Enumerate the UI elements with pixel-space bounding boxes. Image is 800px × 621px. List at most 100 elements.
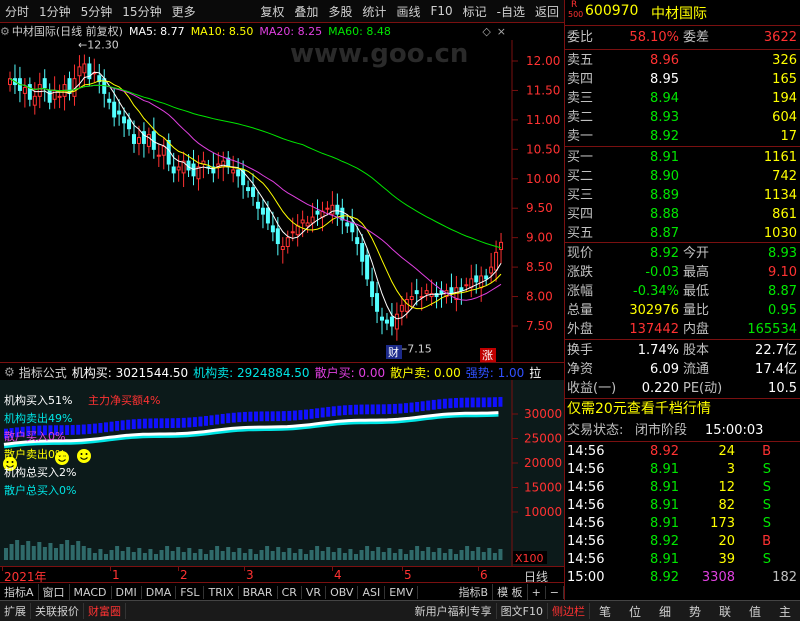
candle-30 [156,154,161,157]
bottom-tab-0[interactable]: 扩展 [0,603,31,619]
menu-3[interactable]: 15分钟 [117,3,166,20]
tick-row-2: 14:56 8.91 12 S [565,478,800,497]
status-time: 15:00:03 [705,423,764,438]
menu-2[interactable]: 5分钟 [76,3,118,20]
candle-71 [360,243,365,262]
indicator-tab-3[interactable]: DMI [112,585,142,599]
ask-row-3-price[interactable]: 8.93 [650,108,679,127]
indicator-tab-5[interactable]: FSL [176,585,205,599]
ask-row-4-label: 卖一 [567,129,594,144]
indicator-tab-9[interactable]: VR [302,585,327,599]
side-tool-6[interactable]: 主 [770,603,800,620]
tick-time: 14:56 [567,480,605,495]
candle-7 [42,78,47,89]
indicator-tab-2[interactable]: MACD [70,585,112,599]
bid-row-3-price[interactable]: 8.88 [650,205,679,224]
tick-volume: 3 [726,462,735,477]
menu-right-5[interactable]: F10 [425,4,457,18]
status-label: 交易状态: [567,423,624,438]
bottom-tab-4[interactable]: 图文F10 [497,603,548,619]
indicator-tab-1[interactable]: 窗口 [39,584,70,600]
menu-right-2[interactable]: 多股 [323,3,357,20]
indicator-tab-7[interactable]: BRAR [239,585,278,599]
candlestick-chart[interactable]: 12.00 11.50 11.00 10.50 10.00 9.50 9.00 8.50 8.0… [0,40,564,362]
side-tool-4[interactable]: 联 [710,603,740,620]
ask-row-1-price[interactable]: 8.95 [650,70,679,89]
candle-89 [449,287,454,295]
indicator-tab-12[interactable]: EMV [385,585,419,599]
indicator-tab-10[interactable]: OBV [326,585,359,599]
menu-1[interactable]: 1分钟 [34,3,76,20]
stat2-label: 净资 [567,362,594,377]
indicator-tab-6[interactable]: TRIX [204,585,239,599]
menu-right-3[interactable]: 统计 [357,3,391,20]
menu-0[interactable]: 分时 [0,3,34,20]
promo-row[interactable]: 仅需20元查看千档行情 [565,400,800,419]
menu-right-7[interactable]: -自选 [492,3,530,20]
indicator-tab-8[interactable]: CR [278,585,302,599]
menu-right-0[interactable]: 复权 [255,3,289,20]
menu-right-4[interactable]: 画线 [391,3,425,20]
price-tick-5: 9.50 [526,201,553,215]
tick-price: 8.91 [650,516,679,531]
candle-25 [132,134,136,144]
diamond-icon[interactable]: ◇ [482,25,490,38]
indicator-tab-15[interactable]: + [528,585,546,599]
indicator-tab-14[interactable]: 模 板 [493,584,528,600]
stat-label: 涨幅 [567,284,594,299]
chart-title: 中材国际(日线 前复权) [11,25,123,38]
close-icon[interactable]: × [497,25,506,38]
candle-64 [325,207,330,210]
bid-row-0-price[interactable]: 8.91 [650,148,679,167]
indicator-tab-11[interactable]: ASI [358,585,386,599]
indicator-tab-16[interactable]: − [546,585,564,599]
stat2-label: 换手 [567,343,594,358]
side-tool-5[interactable]: 值 [740,603,770,620]
menu-4[interactable]: 更多 [167,3,201,20]
indicator-tab-13[interactable]: 指标B [455,584,494,600]
stat-row-2: 涨幅 -0.34% 最低 8.87 [565,282,800,301]
price-tick-8: 8.00 [526,290,553,304]
indicator-tab-bar: 指标A 窗口 MACD DMI DMA FSL TRIX BRAR CR VR OBV ASI EMV 指… [0,582,564,601]
ind-header-0[interactable]: 指标公式 [19,364,67,381]
indicator-tab-0[interactable]: 指标A [0,584,39,600]
ask-row-2: 卖三 8.94 194 [565,89,800,108]
stat2-row-0: 换手 1.74% 股本 22.7亿 [565,341,800,360]
side-tool-3[interactable]: 势 [680,603,710,620]
ask-row-4-price[interactable]: 8.92 [650,127,679,146]
ind-settings-icon[interactable]: ⚙ [4,365,15,379]
menu-right-1[interactable]: 叠加 [289,3,323,20]
weibi-value: 58.10% [629,30,679,45]
candle-84 [424,290,429,295]
ma-label-1: MA10: 8.50 [190,24,254,38]
ind-legend-3: 散户买入0% [4,430,66,443]
menu-right-6[interactable]: 标记 [458,3,492,20]
ind-header-1: 机构买: 3021544.50 [71,365,189,380]
side-tool-1[interactable]: 位 [620,603,650,620]
tick-price: 8.92 [650,534,679,549]
bid-row-1-price[interactable]: 8.90 [650,167,679,186]
candle-54 [275,228,280,245]
tick-volume: 20 [718,534,735,549]
ask-row-0-price[interactable]: 8.96 [650,51,679,70]
indicator-tab-4[interactable]: DMA [142,585,177,599]
bottom-tab-1[interactable]: 关联报价 [31,603,84,619]
ask-row-2-price[interactable]: 8.94 [650,89,679,108]
side-tool-2[interactable]: 细 [650,603,680,620]
bid-row-2-price[interactable]: 8.89 [650,186,679,205]
side-tool-0[interactable]: 笔 [590,603,620,620]
menu-right-8[interactable]: 返回 [530,3,564,20]
tick-volume: 24 [718,444,735,459]
indicator-chart[interactable]: 30000 25000 20000 15000 10000 X100 [0,380,564,566]
promo-text[interactable]: 仅需20元查看千档行情 [567,400,711,419]
time-tick-6 [478,567,479,571]
bottom-tab-2[interactable]: 财富圈 [84,603,126,619]
ask-row-0-volume: 326 [772,53,797,68]
tick-time: 14:56 [567,534,605,549]
settings-icon[interactable]: ⚙ [0,25,10,38]
bottom-tab-5[interactable]: 侧边栏 [548,603,590,619]
bid-row-4-price[interactable]: 8.87 [650,224,679,243]
bottom-tab-3[interactable]: 新用户福利专享 [411,603,497,619]
tick-time: 14:56 [567,462,605,477]
bid-row-3-volume: 861 [772,207,797,222]
